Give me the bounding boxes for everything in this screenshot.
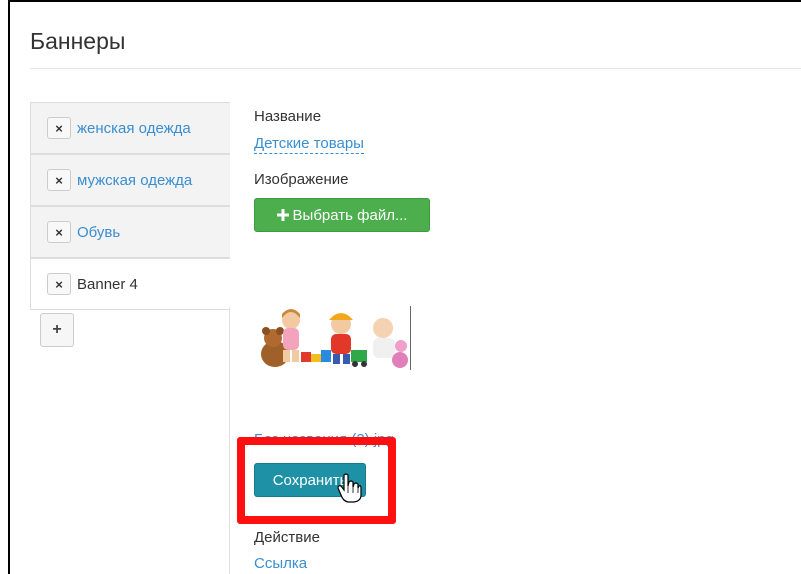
hand-cursor-icon bbox=[337, 473, 362, 503]
banner-image-preview bbox=[253, 306, 411, 370]
name-label: Название bbox=[254, 108, 322, 125]
choose-file-button[interactable]: Выбрать файл... bbox=[254, 198, 430, 232]
choose-file-label: Выбрать файл... bbox=[292, 206, 408, 224]
title-divider bbox=[30, 68, 801, 69]
sidebar-item-banner-4[interactable]: × Banner 4 bbox=[30, 258, 230, 310]
sidebar-item-womens-clothing[interactable]: × женская одежда bbox=[30, 102, 230, 154]
frame-top-border bbox=[8, 0, 801, 2]
remove-icon[interactable]: × bbox=[47, 221, 71, 243]
sidebar-item-label[interactable]: Обувь bbox=[77, 224, 120, 241]
page-title: Баннеры bbox=[30, 28, 126, 54]
preview-edge bbox=[410, 306, 411, 370]
sidebar-item-label[interactable]: мужская одежда bbox=[77, 172, 192, 189]
frame-left-border bbox=[8, 0, 10, 574]
name-value-text[interactable]: Детские товары bbox=[254, 135, 364, 154]
action-label: Действие bbox=[254, 529, 320, 546]
name-value-link[interactable]: Детские товары bbox=[254, 135, 364, 154]
sidebar-item-label[interactable]: Banner 4 bbox=[77, 276, 138, 293]
remove-icon[interactable]: × bbox=[47, 169, 71, 191]
remove-icon[interactable]: × bbox=[47, 117, 71, 139]
remove-icon[interactable]: × bbox=[47, 273, 71, 295]
action-value-link[interactable]: Ссылка bbox=[254, 555, 307, 572]
children-toys-picture bbox=[261, 309, 408, 368]
sidebar-item-mens-clothing[interactable]: × мужская одежда bbox=[30, 154, 230, 206]
highlight-box bbox=[237, 437, 396, 524]
plus-icon bbox=[276, 209, 289, 221]
sidebar-item-label[interactable]: женская одежда bbox=[77, 120, 191, 137]
add-banner-button[interactable]: + bbox=[40, 313, 74, 347]
sidebar-item-shoes[interactable]: × Обувь bbox=[30, 206, 230, 258]
image-label: Изображение bbox=[254, 171, 349, 188]
sidebar-divider bbox=[229, 307, 230, 574]
